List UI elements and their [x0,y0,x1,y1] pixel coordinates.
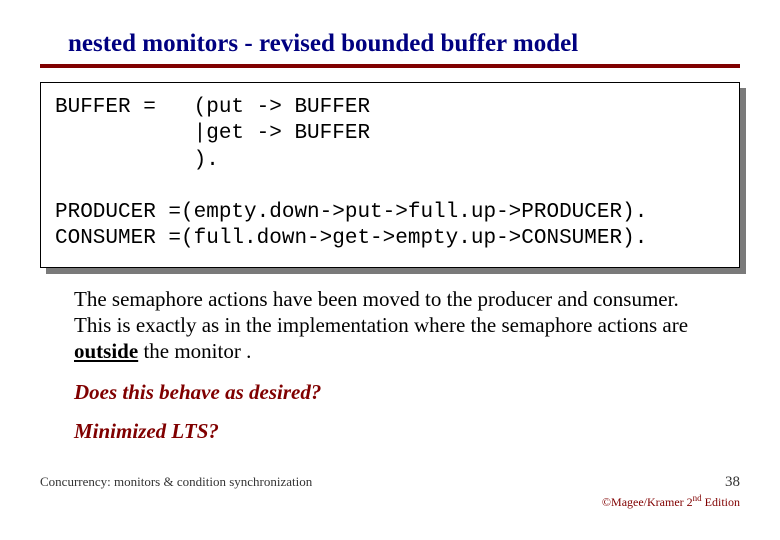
explanation-paragraph: The semaphore actions have been moved to… [74,286,716,365]
question-2: Minimized LTS? [74,419,716,444]
edition-post: Edition [702,495,740,509]
footer-left: Concurrency: monitors & condition synchr… [40,474,312,490]
para-text: the monitor . [138,339,251,363]
footer: Concurrency: monitors & condition synchr… [40,474,740,510]
para-text: The semaphore actions have been moved to… [74,287,688,337]
title-rule [40,64,740,68]
code-line: PRODUCER =(empty.down->put->full.up->PRO… [55,201,647,224]
slide: nested monitors - revised bounded buffer… [0,0,780,444]
footer-row: Concurrency: monitors & condition synchr… [40,474,740,491]
edition-pre: ©Magee/Kramer [602,495,687,509]
code-line: ). [55,149,219,172]
edition-sup: nd [693,493,702,503]
code-line: BUFFER = (put -> BUFFER [55,96,370,119]
code-box: BUFFER = (put -> BUFFER |get -> BUFFER )… [40,82,740,268]
code-content: BUFFER = (put -> BUFFER |get -> BUFFER )… [40,82,740,268]
slide-title: nested monitors - revised bounded buffer… [68,30,740,58]
page-number: 38 [725,474,740,491]
code-line: CONSUMER =(full.down->get->empty.up->CON… [55,227,647,250]
question-1: Does this behave as desired? [74,380,716,405]
code-line: |get -> BUFFER [55,122,370,145]
para-underline: outside [74,339,138,363]
footer-edition: ©Magee/Kramer 2nd Edition [40,493,740,510]
